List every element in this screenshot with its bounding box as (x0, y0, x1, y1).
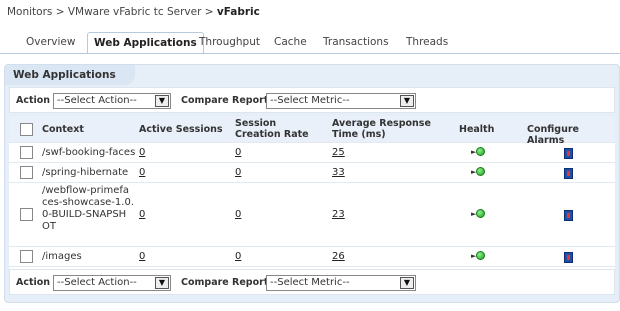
avg-response-time-link[interactable]: 23 (332, 209, 345, 220)
metric-select[interactable]: --Select Metric-- ▼ (266, 275, 416, 291)
table-row: /images 0 0 26 ► (9, 247, 615, 267)
tab-cache[interactable]: Cache (268, 32, 313, 54)
compare-reports-label: Compare Reports (181, 277, 275, 288)
action-select[interactable]: --Select Action-- ▼ (53, 275, 171, 291)
configure-alarm-icon[interactable] (564, 168, 573, 179)
row-checkbox[interactable] (20, 146, 33, 159)
tab-bar: Overview Web Applications Throughput Cac… (12, 32, 620, 54)
header-active-sessions[interactable]: Active Sessions (139, 124, 223, 135)
panel-title: Web Applications (5, 65, 135, 85)
row-checkbox[interactable] (20, 250, 33, 263)
session-creation-rate-link[interactable]: 0 (235, 251, 241, 262)
table-row: /spring-hibernate 0 0 33 ► (9, 163, 615, 183)
active-sessions-link[interactable]: 0 (139, 209, 145, 220)
breadcrumb-current: vFabric (216, 6, 260, 18)
header-average-response-time[interactable]: Average Response Time (ms) (332, 118, 432, 140)
session-creation-rate-link[interactable]: 0 (235, 147, 241, 158)
avg-response-time-link[interactable]: 25 (332, 147, 345, 158)
action-bar-bottom: Action --Select Action-- ▼ Compare Repor… (9, 269, 615, 295)
header-session-creation-rate[interactable]: Session Creation Rate (235, 118, 325, 140)
table-row: /webflow-primefaces-showcase-1.0.0-BUILD… (9, 183, 615, 247)
table-row: /swf-booking-faces 0 0 25 ► (9, 143, 615, 163)
chevron-down-icon[interactable]: ▼ (400, 277, 414, 289)
context-cell: /webflow-primefaces-showcase-1.0.0-BUILD… (42, 185, 134, 232)
configure-alarm-icon[interactable] (564, 210, 573, 221)
web-applications-table: Context Active Sessions Session Creation… (9, 116, 615, 269)
compare-reports-label: Compare Reports (181, 95, 275, 106)
action-bar-top: Action --Select Action-- ▼ Compare Repor… (9, 87, 615, 113)
tab-transactions[interactable]: Transactions (317, 32, 395, 54)
tab-throughput[interactable]: Throughput (193, 32, 266, 54)
select-all-checkbox[interactable] (20, 123, 33, 136)
context-cell: /images (42, 251, 82, 262)
metric-select-value: --Select Metric-- (270, 95, 350, 106)
breadcrumb: Monitors > VMware vFabric tc Server > vF… (7, 6, 260, 18)
action-select-value: --Select Action-- (57, 95, 137, 106)
active-sessions-link[interactable]: 0 (139, 251, 145, 262)
header-context[interactable]: Context (42, 124, 84, 135)
health-ok-icon[interactable]: ► (471, 251, 485, 261)
chevron-down-icon[interactable]: ▼ (155, 277, 169, 289)
header-health: Health (459, 124, 495, 135)
action-label: Action (16, 277, 51, 288)
metric-select[interactable]: --Select Metric-- ▼ (266, 93, 416, 109)
session-creation-rate-link[interactable]: 0 (235, 167, 241, 178)
tab-web-applications[interactable]: Web Applications (87, 32, 204, 54)
chevron-down-icon[interactable]: ▼ (400, 95, 414, 107)
row-checkbox[interactable] (20, 208, 33, 221)
table-header-row: Context Active Sessions Session Creation… (9, 116, 615, 146)
action-select[interactable]: --Select Action-- ▼ (53, 93, 171, 109)
avg-response-time-link[interactable]: 26 (332, 251, 345, 262)
configure-alarm-icon[interactable] (564, 252, 573, 263)
chevron-down-icon[interactable]: ▼ (155, 95, 169, 107)
avg-response-time-link[interactable]: 33 (332, 167, 345, 178)
tab-divider (0, 53, 620, 54)
tab-threads[interactable]: Threads (400, 32, 454, 54)
action-select-value: --Select Action-- (57, 277, 137, 288)
tab-overview[interactable]: Overview (20, 32, 81, 54)
web-applications-panel: Web Applications Action --Select Action-… (4, 64, 620, 303)
row-checkbox[interactable] (20, 166, 33, 179)
active-sessions-link[interactable]: 0 (139, 147, 145, 158)
health-ok-icon[interactable]: ► (471, 209, 485, 219)
session-creation-rate-link[interactable]: 0 (235, 209, 241, 220)
configure-alarm-icon[interactable] (564, 148, 573, 159)
context-cell: /spring-hibernate (42, 167, 129, 178)
breadcrumb-path[interactable]: Monitors > VMware vFabric tc Server > (7, 6, 217, 18)
metric-select-value: --Select Metric-- (270, 277, 350, 288)
active-sessions-link[interactable]: 0 (139, 167, 145, 178)
health-ok-icon[interactable]: ► (471, 147, 485, 157)
action-label: Action (16, 95, 51, 106)
context-cell: /swf-booking-faces (42, 147, 136, 158)
health-ok-icon[interactable]: ► (471, 167, 485, 177)
